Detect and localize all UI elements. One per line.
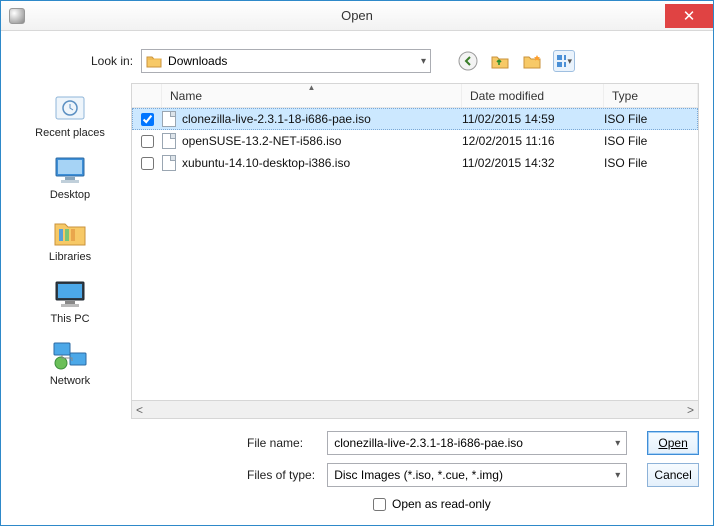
file-checkbox[interactable] bbox=[141, 113, 154, 126]
file-checkbox[interactable] bbox=[141, 135, 154, 148]
folder-icon bbox=[146, 54, 162, 68]
chevron-down-icon: ▾ bbox=[615, 438, 620, 449]
file-row[interactable]: clonezilla-live-2.3.1-18-i686-pae.iso 11/… bbox=[132, 108, 698, 130]
window-title: Open bbox=[341, 8, 373, 23]
this-pc-icon bbox=[51, 277, 89, 311]
recent-places-icon bbox=[51, 91, 89, 125]
place-label: This PC bbox=[50, 313, 89, 325]
place-label: Libraries bbox=[49, 251, 91, 263]
file-date: 11/02/2015 14:32 bbox=[462, 156, 555, 170]
place-label: Desktop bbox=[50, 189, 90, 201]
horizontal-scrollbar[interactable]: < > bbox=[131, 401, 699, 419]
chevron-down-icon: ▾ bbox=[421, 56, 426, 67]
new-folder-icon bbox=[522, 52, 542, 70]
file-name: openSUSE-13.2-NET-i586.iso bbox=[182, 134, 341, 148]
up-one-level-button[interactable] bbox=[489, 50, 511, 72]
file-icon bbox=[162, 155, 176, 171]
place-this-pc[interactable]: This PC bbox=[15, 273, 125, 329]
cancel-button[interactable]: Cancel bbox=[647, 463, 699, 487]
back-button[interactable] bbox=[457, 50, 479, 72]
place-desktop[interactable]: Desktop bbox=[15, 149, 125, 205]
file-type: ISO File bbox=[604, 134, 647, 148]
place-label: Recent places bbox=[35, 127, 105, 139]
file-icon bbox=[162, 111, 176, 127]
view-menu-button[interactable]: ▾ bbox=[553, 50, 575, 72]
filename-value: clonezilla-live-2.3.1-18-i686-pae.iso bbox=[334, 436, 523, 450]
column-name-header[interactable]: Name ▲ bbox=[162, 84, 462, 107]
back-icon bbox=[458, 51, 478, 71]
filename-label: File name: bbox=[247, 436, 317, 450]
chevron-down-icon: ▾ bbox=[615, 470, 620, 481]
titlebar: Open ✕ bbox=[1, 1, 713, 31]
lookin-value: Downloads bbox=[168, 54, 227, 68]
filter-value: Disc Images (*.iso, *.cue, *.img) bbox=[334, 468, 503, 482]
view-menu-icon bbox=[556, 54, 565, 68]
file-row[interactable]: xubuntu-14.10-desktop-i386.iso 11/02/2015… bbox=[132, 152, 698, 174]
file-name: clonezilla-live-2.3.1-18-i686-pae.iso bbox=[182, 112, 371, 126]
readonly-label: Open as read-only bbox=[392, 497, 491, 511]
filter-combobox[interactable]: Disc Images (*.iso, *.cue, *.img) ▾ bbox=[327, 463, 627, 487]
place-label: Network bbox=[50, 375, 90, 387]
scroll-right-icon: > bbox=[687, 403, 694, 417]
close-icon: ✕ bbox=[683, 7, 696, 25]
chevron-down-icon: ▾ bbox=[568, 56, 573, 67]
lookin-combobox[interactable]: Downloads ▾ bbox=[141, 49, 431, 73]
file-name: xubuntu-14.10-desktop-i386.iso bbox=[182, 156, 350, 170]
lookin-label: Look in: bbox=[91, 54, 133, 68]
place-network[interactable]: Network bbox=[15, 335, 125, 391]
libraries-icon bbox=[51, 215, 89, 249]
close-button[interactable]: ✕ bbox=[665, 4, 713, 28]
desktop-icon bbox=[51, 153, 89, 187]
file-date: 11/02/2015 14:59 bbox=[462, 112, 555, 126]
scroll-left-icon: < bbox=[136, 403, 143, 417]
network-icon bbox=[51, 339, 89, 373]
open-button[interactable]: Open bbox=[647, 431, 699, 455]
file-row[interactable]: openSUSE-13.2-NET-i586.iso 12/02/2015 11:… bbox=[132, 130, 698, 152]
filter-label: Files of type: bbox=[247, 468, 317, 482]
readonly-checkbox[interactable] bbox=[373, 498, 386, 511]
file-type: ISO File bbox=[604, 156, 647, 170]
column-checkbox[interactable] bbox=[132, 84, 162, 107]
file-type: ISO File bbox=[604, 112, 647, 126]
up-folder-icon bbox=[490, 52, 510, 70]
file-icon bbox=[162, 133, 176, 149]
place-recent[interactable]: Recent places bbox=[15, 87, 125, 143]
place-libraries[interactable]: Libraries bbox=[15, 211, 125, 267]
file-list: Name ▲ Date modified Type clonezilla-liv… bbox=[131, 83, 699, 401]
places-sidebar: Recent places Desktop Libraries This PC … bbox=[15, 83, 125, 511]
app-icon bbox=[9, 8, 25, 24]
filename-input[interactable]: clonezilla-live-2.3.1-18-i686-pae.iso ▾ bbox=[327, 431, 627, 455]
sort-asc-icon: ▲ bbox=[308, 83, 316, 92]
new-folder-button[interactable] bbox=[521, 50, 543, 72]
file-checkbox[interactable] bbox=[141, 157, 154, 170]
column-type-header[interactable]: Type bbox=[604, 84, 698, 107]
column-date-header[interactable]: Date modified bbox=[462, 84, 604, 107]
column-headers: Name ▲ Date modified Type bbox=[132, 84, 698, 108]
file-date: 12/02/2015 11:16 bbox=[462, 134, 555, 148]
